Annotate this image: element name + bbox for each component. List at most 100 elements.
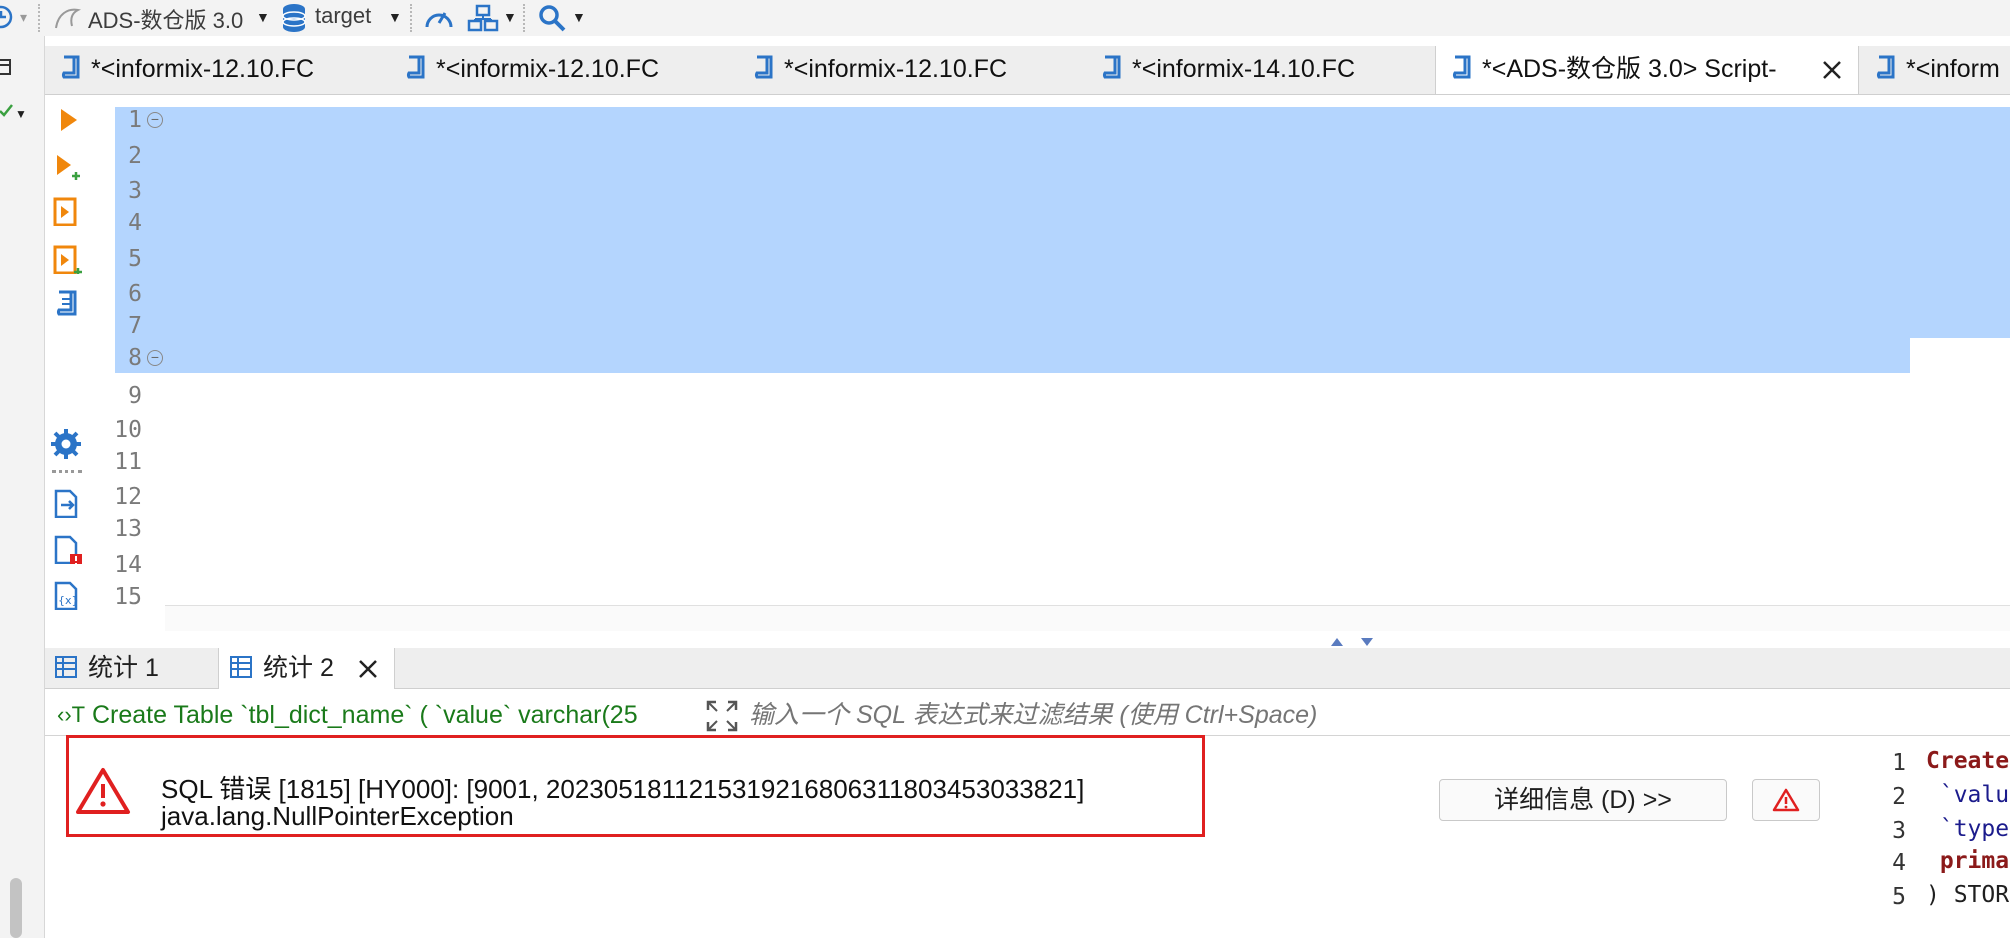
horizontal-scrollbar[interactable]	[165, 605, 2010, 631]
line-number: 12	[114, 484, 142, 510]
history-icon[interactable]	[0, 4, 14, 30]
tab-label: *<informix-12.10.FC	[91, 55, 314, 83]
tab-informix-5[interactable]: *<inform	[1860, 46, 2010, 93]
chevron-down-icon[interactable]: ▼	[503, 9, 517, 25]
tab-ads-script[interactable]: *<ADS-数仓版 3.0> Script-	[1435, 46, 1859, 94]
panel-splitter-arrows[interactable]	[1329, 636, 1375, 648]
tab-stats-2[interactable]: 统计 2	[218, 648, 395, 689]
line-number: 6	[128, 281, 142, 307]
expand-icon[interactable]	[705, 699, 739, 733]
results-filter-bar: ‹›T Create Table `tbl_dict_name` ( `valu…	[45, 695, 2010, 736]
chevron-down-icon[interactable]: ▼	[256, 9, 270, 25]
selection-highlight	[115, 338, 1910, 373]
line-number: 3	[128, 178, 142, 204]
grid-icon	[55, 656, 77, 679]
database-selector[interactable]: target	[315, 3, 371, 29]
tab-label: *<informix-12.10.FC	[436, 55, 659, 83]
preview-line-number: 5	[1892, 884, 1906, 910]
preview-code-line: prima	[1926, 848, 2010, 874]
sql-query-icon: ‹›T	[57, 702, 86, 727]
sql-script-icon	[406, 55, 425, 79]
error-log-button[interactable]	[1752, 779, 1820, 821]
line-number: 7	[128, 313, 142, 339]
svg-text:{x}: {x}	[58, 594, 79, 607]
sql-script-icon	[61, 55, 80, 79]
warning-icon	[76, 768, 130, 814]
window-icon[interactable]	[0, 58, 14, 78]
execute-statement-icon[interactable]	[56, 106, 86, 136]
tab-label: *<inform	[1906, 55, 2000, 83]
line-number: 1	[128, 107, 142, 133]
line-number: 5	[128, 246, 142, 272]
tab-label: *<informix-14.10.FC	[1132, 55, 1355, 83]
line-number: 11	[114, 449, 142, 475]
line-number: 13	[114, 516, 142, 542]
sql-script-icon	[1876, 55, 1895, 79]
grid-icon	[230, 656, 252, 679]
error-message-box: SQL 错误 [1815] [HY000]: [9001, 2023051811…	[66, 735, 1205, 837]
close-icon[interactable]	[1821, 59, 1843, 81]
execute-script-new-tab-icon[interactable]	[52, 244, 82, 274]
sql-editor[interactable]	[115, 95, 2010, 631]
details-button[interactable]: 详细信息 (D) >>	[1439, 779, 1727, 821]
search-icon[interactable]	[537, 3, 567, 33]
filter-input[interactable]	[747, 697, 2001, 733]
chevron-down-icon[interactable]: ▼	[15, 107, 27, 121]
dolphin-connection-icon	[55, 8, 82, 29]
export-icon[interactable]	[52, 488, 82, 518]
tab-informix-1[interactable]: *<informix-12.10.FC	[45, 46, 390, 93]
sql-script-icon	[1102, 55, 1121, 79]
tab-label: *<ADS-数仓版 3.0> Script-	[1482, 55, 1777, 83]
line-number: 9	[128, 383, 142, 409]
gear-icon[interactable]	[50, 428, 82, 460]
main-toolbar: ▾ ADS-数仓版 3.0 ▼ target ▼ ▼ ▼	[0, 0, 2010, 36]
preview-line-number: 3	[1892, 818, 1906, 844]
toolbar-separator	[38, 4, 40, 32]
sql-script-icon	[754, 55, 773, 79]
chevron-down-icon[interactable]: ▾	[20, 9, 27, 26]
preview-code-line: `type	[1926, 816, 2010, 842]
execute-in-new-tab-icon[interactable]	[52, 152, 82, 182]
preview-code-line: `valu	[1926, 782, 2010, 808]
preview-code-line: ) STOR	[1926, 882, 2010, 908]
connection-selector[interactable]: ADS-数仓版 3.0	[88, 3, 243, 35]
variables-icon[interactable]: {x}	[52, 580, 82, 610]
close-icon[interactable]	[357, 658, 379, 680]
preview-line-number: 2	[1892, 784, 1906, 810]
check-icon[interactable]	[0, 102, 14, 118]
line-number: 15	[114, 584, 142, 610]
line-number: 10	[114, 417, 142, 443]
query-text-preview[interactable]: Create Table `tbl_dict_name` ( `value` v…	[92, 701, 737, 730]
warning-icon	[1772, 788, 1800, 812]
line-number: 2	[128, 143, 142, 169]
toolbar-separator	[523, 4, 525, 32]
file-error-icon[interactable]	[52, 534, 82, 564]
line-number: 8	[128, 345, 142, 371]
tab-label: *<informix-12.10.FC	[784, 55, 1007, 83]
scrollbar-thumb[interactable]	[10, 878, 22, 938]
dashboard-icon[interactable]	[423, 3, 455, 33]
explain-plan-icon[interactable]	[52, 288, 82, 318]
selection-highlight	[115, 107, 2010, 338]
sql-script-icon	[1452, 55, 1471, 79]
tab-stats-1[interactable]: 统计 1	[50, 648, 215, 688]
tab-informix-3[interactable]: *<informix-12.10.FC	[738, 46, 1083, 93]
preview-code-line: Create	[1926, 748, 2010, 774]
tab-informix-4[interactable]: *<informix-14.10.FC	[1086, 46, 1431, 93]
fold-toggle[interactable]: −	[147, 350, 163, 366]
preview-line-number: 4	[1892, 850, 1906, 876]
navigator-panel-edge: ▼	[0, 36, 45, 938]
transaction-mode-icon[interactable]	[467, 3, 499, 33]
error-text-line2: java.lang.NullPointerException	[161, 801, 514, 831]
fold-toggle[interactable]: −	[147, 112, 163, 128]
chevron-down-icon[interactable]: ▼	[388, 9, 402, 25]
line-number: 4	[128, 210, 142, 236]
tab-informix-2[interactable]: *<informix-12.10.FC	[390, 46, 735, 93]
toolbar-separator	[52, 470, 82, 473]
database-icon	[282, 4, 306, 32]
toolbar-separator	[410, 4, 412, 32]
execute-script-icon[interactable]	[52, 196, 82, 226]
chevron-down-icon[interactable]: ▼	[572, 9, 586, 25]
preview-line-number: 1	[1892, 750, 1906, 776]
line-number: 14	[114, 552, 142, 578]
